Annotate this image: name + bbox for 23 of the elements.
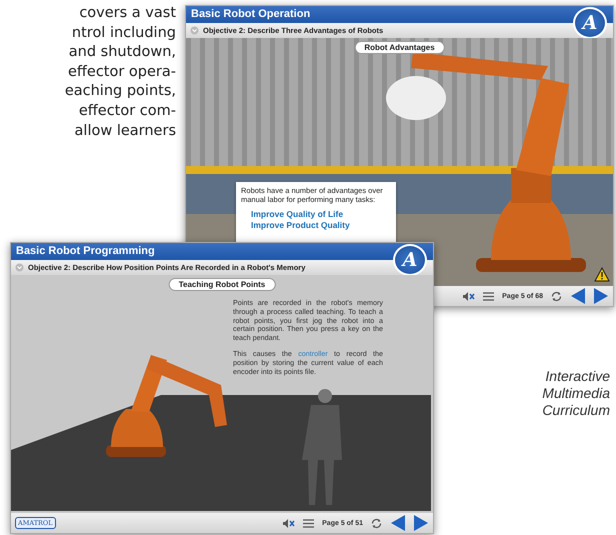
- body-text-line: covers a vast: [79, 4, 176, 23]
- body-text-line: allow learners: [74, 122, 176, 141]
- menu-icon[interactable]: [302, 518, 316, 528]
- scene-title: Teaching Robot Points: [168, 278, 276, 291]
- next-button[interactable]: [413, 515, 429, 531]
- previous-button[interactable]: [570, 288, 586, 304]
- body-text-line: eaching points,: [64, 82, 176, 102]
- body-text-line: effector opera-: [68, 62, 176, 82]
- mute-icon[interactable]: [462, 290, 476, 302]
- menu-icon[interactable]: [482, 290, 496, 302]
- refresh-icon[interactable]: [550, 290, 563, 302]
- topic-link[interactable]: Improve Quality of Life: [241, 209, 391, 219]
- body-text-line: ntrol including: [72, 24, 176, 43]
- body-text-line: and shutdown,: [68, 43, 176, 62]
- refresh-icon[interactable]: [370, 518, 383, 528]
- scene-title: Robot Advantages: [354, 41, 445, 54]
- topic-link[interactable]: Improve Product Quality: [241, 220, 391, 230]
- previous-button[interactable]: [390, 515, 406, 531]
- mute-icon[interactable]: [282, 518, 296, 528]
- next-button[interactable]: [593, 288, 609, 304]
- figure-caption: Interactive Multimedia Curriculum: [542, 368, 610, 419]
- body-text-line: effector com-: [78, 102, 176, 121]
- warning-icon[interactable]: [594, 267, 610, 282]
